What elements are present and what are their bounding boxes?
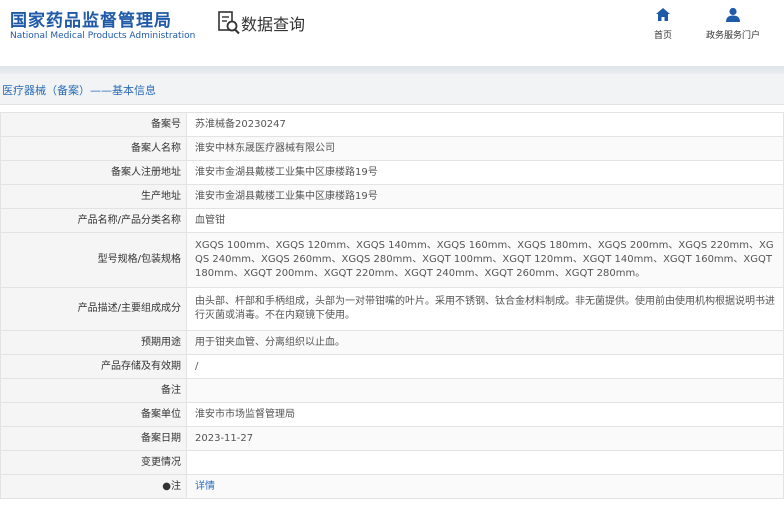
table-row: 型号规格/包装规格 XGQS 100mm、XGQS 120mm、XGQS 140… [0,232,784,288]
row-value: 苏淮械备20230247 [186,112,784,137]
table-row: 变更情况 [0,450,784,475]
row-label: 备案人名称 [0,136,187,161]
table-row: 备案日期 2023-11-27 [0,426,784,451]
data-query-icon [218,11,240,35]
nav-home-label: 首页 [653,31,672,41]
row-value: XGQS 100mm、XGQS 120mm、XGQS 140mm、XGQS 16… [186,232,784,288]
record-detail-table: 备案号 苏淮械备20230247 备案人名称 淮安中林东晟医疗器械有限公司 备案… [0,112,784,499]
row-value [186,450,784,475]
row-value [186,378,784,403]
table-row: 备案单位 淮安市市场监督管理局 [0,402,784,427]
site-logo-cn[interactable]: 国家药品监督管理局 [10,6,172,31]
details-link[interactable]: 详情 [195,481,215,492]
row-value: 淮安市市场监督管理局 [186,402,784,427]
table-row: 生产地址 淮安市金湖县戴楼工业集中区康楼路19号 [0,184,784,209]
row-value: 淮安市金湖县戴楼工业集中区康楼路19号 [186,184,784,209]
row-value: 2023-11-27 [186,426,784,451]
row-value: 血管钳 [186,208,784,233]
nav-service-portal[interactable]: 政务服务门户 [693,6,773,41]
row-label: ●注 [0,474,187,499]
table-row: 产品描述/主要组成成分 由头部、杆部和手柄组成，头部为一对带钳嘴的叶片。采用不锈… [0,287,784,331]
row-label: 型号规格/包装规格 [0,232,187,288]
row-value: 淮安中林东晟医疗器械有限公司 [186,136,784,161]
row-label: 产品名称/产品分类名称 [0,208,187,233]
nav-home[interactable]: 首页 [623,6,703,41]
row-value: 淮安市金湖县戴楼工业集中区康楼路19号 [186,160,784,185]
row-label: 备注 [0,378,187,403]
row-value: 详情 [186,474,784,499]
row-label: 变更情况 [0,450,187,475]
table-row: 预期用途 用于钳夹血管、分离组织以止血。 [0,330,784,355]
site-header: 国家药品监督管理局 National Medical Products Admi… [0,0,784,58]
table-row: 备案号 苏淮械备20230247 [0,112,784,137]
row-label: 备案号 [0,112,187,137]
breadcrumb: 医疗器械（备案）——基本信息 [2,84,156,97]
home-icon [656,8,670,21]
table-row: 备案人名称 淮安中林东晟医疗器械有限公司 [0,136,784,161]
table-row: 备案人注册地址 淮安市金湖县戴楼工业集中区康楼路19号 [0,160,784,185]
site-logo-en[interactable]: National Medical Products Administration [10,31,195,41]
page-title: 数据查询 [241,15,306,34]
row-label: 备案单位 [0,402,187,427]
row-value: 由头部、杆部和手柄组成，头部为一对带钳嘴的叶片。采用不锈钢、钛合金材料制成。非无… [186,287,784,331]
table-row: 产品名称/产品分类名称 血管钳 [0,208,784,233]
row-value: / [186,354,784,379]
breadcrumb-bar: 医疗器械（备案）——基本信息 [0,74,784,105]
row-label: 预期用途 [0,330,187,355]
user-icon [726,7,740,22]
row-label: 产品描述/主要组成成分 [0,287,187,331]
table-row: ●注 详情 [0,474,784,499]
row-label: 备案日期 [0,426,187,451]
nav-service-label: 政务服务门户 [705,31,760,41]
row-label: 备案人注册地址 [0,160,187,185]
row-label: 生产地址 [0,184,187,209]
row-value: 用于钳夹血管、分离组织以止血。 [186,330,784,355]
row-label: 产品存储及有效期 [0,354,187,379]
table-row: 产品存储及有效期 / [0,354,784,379]
table-row: 备注 [0,378,784,403]
